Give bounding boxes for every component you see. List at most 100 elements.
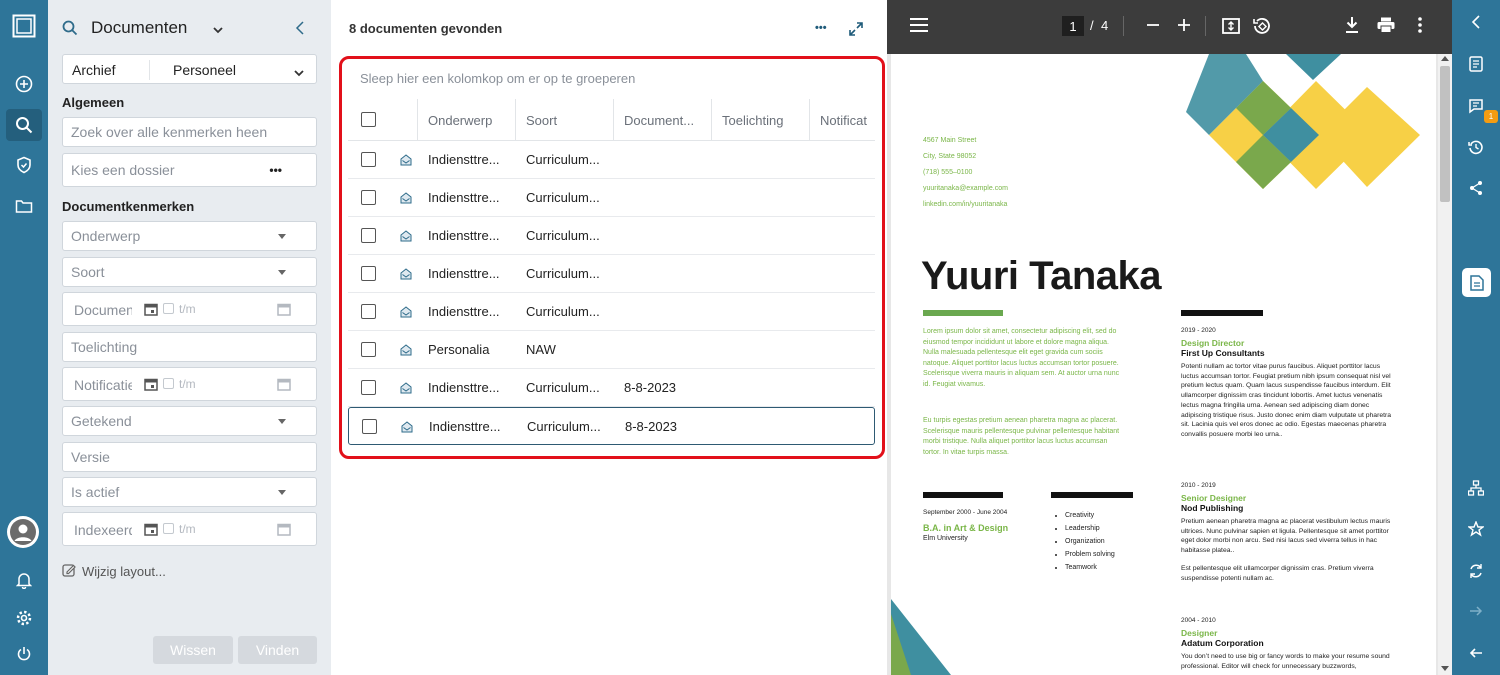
page-number-input[interactable]: 1 — [1062, 16, 1084, 36]
find-button[interactable]: Vinden — [238, 636, 317, 664]
row-checkbox[interactable] — [361, 380, 376, 395]
toolbar-divider — [1205, 16, 1206, 36]
power-icon[interactable] — [6, 638, 42, 670]
document-preview-icon[interactable] — [1462, 268, 1491, 297]
calendar-icon[interactable] — [277, 377, 291, 394]
range-checkbox[interactable] — [163, 378, 174, 389]
calendar-icon[interactable] — [144, 522, 158, 539]
select-all-checkbox[interactable] — [361, 112, 376, 127]
more-vert-icon[interactable] — [1418, 17, 1422, 38]
gear-icon[interactable] — [6, 602, 42, 634]
table-row[interactable]: Indiensttre... Curriculum... 8-8-2023 — [348, 369, 875, 407]
collapse-panel-icon[interactable] — [295, 20, 305, 41]
row-checkbox[interactable] — [361, 228, 376, 243]
zoom-out-icon[interactable] — [1146, 18, 1160, 37]
calendar-icon[interactable] — [144, 377, 158, 394]
hierarchy-icon[interactable] — [1462, 474, 1490, 502]
column-header[interactable]: Notificat — [810, 99, 875, 141]
table-row[interactable]: Indiensttre... Curriculum... 8-8-2023 — [348, 407, 875, 445]
table-row[interactable]: Indiensttre... Curriculum... — [348, 293, 875, 331]
scroll-up-icon[interactable] — [1441, 56, 1449, 61]
row-checkbox[interactable] — [361, 190, 376, 205]
documentdatum-range[interactable]: Documentdatum t/m — [62, 292, 317, 326]
indexeerdatum-from[interactable]: Indexeerdatum — [74, 522, 132, 538]
shield-icon[interactable] — [6, 149, 42, 181]
archive-select[interactable]: Archief Personeel — [62, 54, 317, 84]
toolbar-divider — [1123, 16, 1124, 36]
print-icon[interactable] — [1377, 17, 1395, 38]
calendar-icon[interactable] — [144, 302, 158, 319]
row-checkbox[interactable] — [361, 152, 376, 167]
row-checkbox[interactable] — [361, 342, 376, 357]
folder-icon[interactable] — [6, 190, 42, 222]
clear-button[interactable]: Wissen — [153, 636, 233, 664]
more-icon[interactable]: ••• — [269, 163, 282, 177]
document-icon — [400, 343, 412, 361]
calendar-icon[interactable] — [277, 302, 291, 319]
tm-label: t/m — [179, 302, 196, 316]
notificatiedatum-range[interactable]: Notificatiedatum t/m — [62, 367, 317, 401]
table-row[interactable]: Indiensttre... Curriculum... — [348, 179, 875, 217]
more-options-icon[interactable]: ••• — [815, 22, 827, 34]
range-checkbox[interactable] — [163, 303, 174, 314]
change-layout-label: Wijzig layout... — [82, 564, 166, 579]
versie-input[interactable]: Versie — [62, 442, 317, 472]
column-header[interactable]: Onderwerp — [418, 99, 516, 141]
cell-onderwerp: Indiensttre... — [428, 304, 500, 319]
app-logo-icon[interactable] — [6, 10, 42, 42]
arrow-left-icon[interactable] — [1462, 639, 1490, 667]
history-icon[interactable] — [1462, 133, 1490, 161]
add-icon[interactable] — [6, 68, 42, 100]
zoom-in-icon[interactable] — [1177, 18, 1191, 37]
notificatiedatum-from[interactable]: Notificatiedatum — [74, 377, 132, 393]
group-drop-zone[interactable]: Sleep hier een kolomkop om er op te groe… — [360, 71, 635, 86]
column-header[interactable]: Document... — [614, 99, 712, 141]
expand-icon[interactable] — [849, 22, 863, 41]
menu-icon[interactable] — [910, 18, 928, 37]
row-checkbox[interactable] — [361, 304, 376, 319]
scroll-down-icon[interactable] — [1441, 666, 1449, 671]
document-details-icon[interactable] — [1462, 50, 1490, 78]
onderwerp-select[interactable]: Onderwerp — [62, 221, 317, 251]
table-row[interactable]: Personalia NAW — [348, 331, 875, 369]
dossier-field[interactable]: Kies een dossier ••• — [62, 153, 317, 187]
edit-icon — [62, 563, 76, 580]
job-dates: 2010 - 2019 — [1181, 482, 1216, 489]
table-row[interactable]: Indiensttre... Curriculum... — [348, 255, 875, 293]
avatar[interactable] — [7, 516, 39, 548]
indexeerdatum-range[interactable]: Indexeerdatum t/m — [62, 512, 317, 546]
document-icon — [400, 381, 412, 399]
documentdatum-from[interactable]: Documentdatum — [74, 302, 132, 318]
sync-icon[interactable] — [1462, 557, 1490, 585]
calendar-icon[interactable] — [277, 522, 291, 539]
row-checkbox[interactable] — [362, 419, 377, 434]
rotate-icon[interactable] — [1253, 17, 1271, 40]
share-icon[interactable] — [1462, 174, 1490, 202]
column-header[interactable]: Soort — [516, 99, 614, 141]
soort-select[interactable]: Soort — [62, 257, 317, 287]
toelichting-input[interactable]: Toelichting — [62, 332, 317, 362]
isactief-select[interactable]: Is actief — [62, 477, 317, 507]
table-row[interactable]: Indiensttre... Curriculum... — [348, 217, 875, 255]
row-checkbox[interactable] — [361, 266, 376, 281]
fit-page-icon[interactable] — [1222, 17, 1240, 40]
pdf-scroll-thumb[interactable] — [1440, 66, 1450, 202]
column-header[interactable]: Toelichting — [712, 99, 810, 141]
getekend-select[interactable]: Getekend — [62, 406, 317, 436]
table-row[interactable]: Indiensttre... Curriculum... — [348, 141, 875, 179]
bell-icon[interactable] — [6, 564, 42, 596]
change-layout-link[interactable]: Wijzig layout... — [62, 563, 166, 580]
resume-phone: (718) 555–0100 — [923, 169, 973, 176]
panel-title: Documenten — [91, 18, 188, 37]
resume-intro1: Lorem ipsum dolor sit amet, consectetur … — [923, 328, 1120, 388]
search-nav-icon[interactable] — [6, 109, 42, 141]
title-dropdown-icon[interactable] — [212, 22, 224, 40]
range-checkbox[interactable] — [163, 523, 174, 534]
search-input[interactable]: Zoek over alle kenmerken heen — [62, 117, 317, 147]
skill-item: Problem solving — [1065, 548, 1115, 561]
cell-soort: Curriculum... — [526, 190, 600, 205]
star-icon[interactable] — [1462, 515, 1490, 543]
collapse-right-icon[interactable] — [1462, 8, 1490, 36]
arrow-right-icon[interactable] — [1462, 597, 1490, 625]
download-icon[interactable] — [1345, 16, 1359, 39]
